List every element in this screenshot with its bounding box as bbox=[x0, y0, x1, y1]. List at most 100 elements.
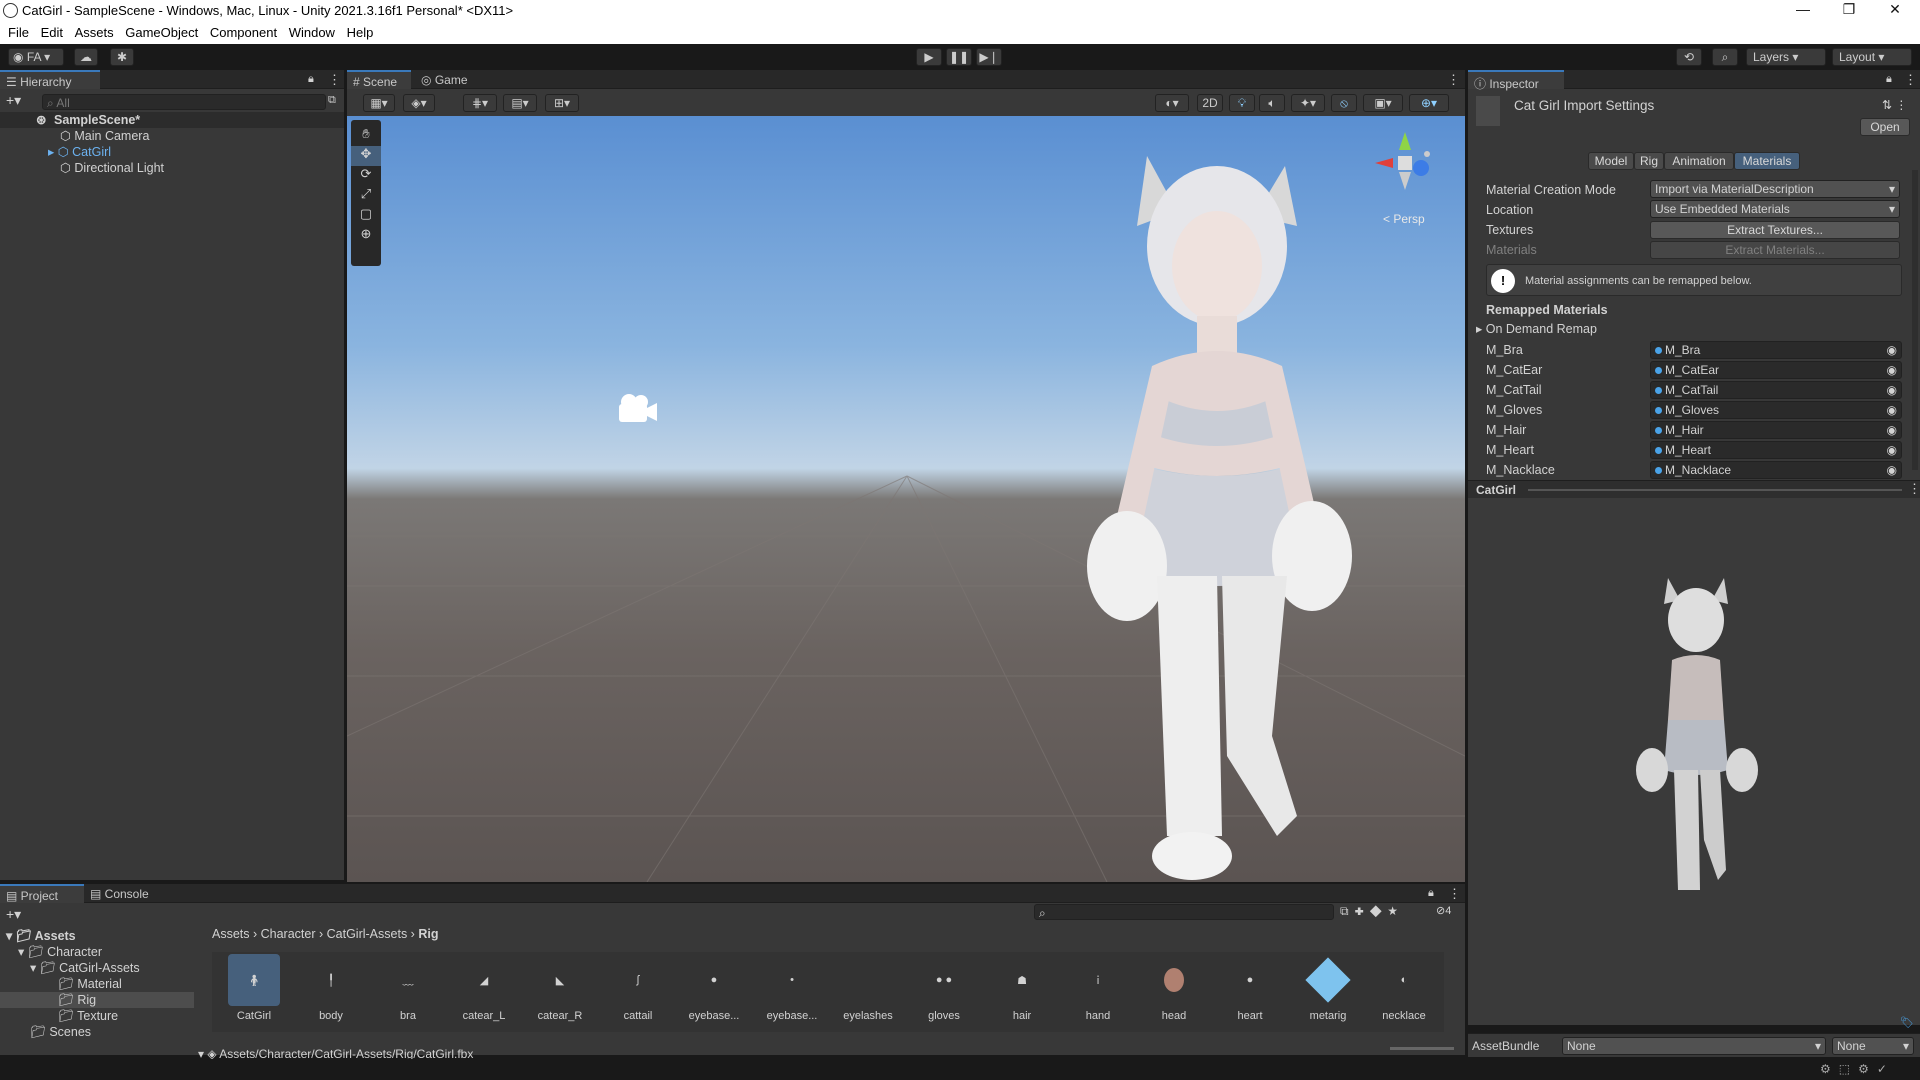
menu-gameobject[interactable]: GameObject bbox=[117, 22, 198, 40]
more-icon[interactable]: ⋮ bbox=[328, 72, 341, 88]
persp-label[interactable]: < Persp bbox=[1383, 212, 1425, 226]
tab-scene[interactable]: # Scene bbox=[347, 70, 411, 89]
asset-cattail[interactable]: ʃ cattail bbox=[602, 954, 674, 1022]
rect-tool-icon[interactable]: ▢ bbox=[351, 206, 381, 226]
collab-icon[interactable]: ✱ bbox=[110, 48, 134, 66]
tree-texture[interactable]: 📁︎ Texture bbox=[58, 1008, 118, 1024]
remap-field[interactable]: M_Gloves ◉ bbox=[1650, 401, 1902, 419]
asset-eyebase-2[interactable]: • eyebase... bbox=[756, 954, 828, 1022]
object-picker-icon[interactable]: ◉ bbox=[1887, 342, 1901, 358]
scale-tool-icon[interactable]: ⤢ bbox=[351, 186, 381, 206]
asset-head[interactable]: head bbox=[1138, 954, 1210, 1022]
asset-necklace[interactable]: ◐ necklace bbox=[1368, 954, 1440, 1022]
location-dropdown[interactable]: Use Embedded Materials ▾ bbox=[1650, 200, 1900, 218]
assetbundle-dropdown[interactable]: None ▾ bbox=[1562, 1037, 1826, 1055]
tab-console[interactable]: ▤ Console bbox=[84, 884, 168, 903]
draw-mode-icon[interactable]: ▦▾ bbox=[363, 94, 395, 112]
tab-game[interactable]: ◎ Game bbox=[415, 70, 479, 89]
object-picker-icon[interactable]: ◉ bbox=[1887, 442, 1901, 458]
model-preview[interactable] bbox=[1628, 570, 1768, 910]
tree-scenes[interactable]: 📁︎ Scenes bbox=[30, 1024, 91, 1040]
menu-file[interactable]: File bbox=[0, 22, 29, 40]
asset-hair[interactable]: ☗ hair bbox=[986, 954, 1058, 1023]
object-picker-icon[interactable]: ◉ bbox=[1887, 462, 1901, 478]
remap-field[interactable]: M_Hair ◉ bbox=[1650, 421, 1902, 439]
on-demand-remap-foldout[interactable]: ▸ On Demand Remap bbox=[1476, 321, 1597, 337]
asset-body[interactable]: ╿ body bbox=[295, 954, 367, 1023]
create-icon[interactable]: +▾ bbox=[6, 906, 21, 923]
inspector-scrollbar[interactable] bbox=[1912, 170, 1918, 470]
more-icon[interactable]: ⋮ bbox=[1447, 72, 1460, 88]
tree-material[interactable]: 📁︎ Material bbox=[58, 976, 122, 992]
tree-rig[interactable]: 📁︎ Rig bbox=[0, 992, 194, 1008]
transform-tool-icon[interactable]: ⊕ bbox=[351, 226, 381, 246]
breadcrumb-item[interactable]: Character bbox=[261, 927, 316, 941]
lock-icon[interactable]: 🔒︎ bbox=[1886, 73, 1892, 86]
grid-snap-icon[interactable]: ⋕▾ bbox=[463, 94, 497, 112]
add-icon[interactable]: +▾ bbox=[6, 92, 21, 109]
extract-textures-button[interactable]: Extract Textures... bbox=[1650, 221, 1900, 239]
scene-viewport[interactable]: ✋︎ ✥ ⟳ ⤢ ▢ ⊕ < Persp bbox=[347, 116, 1465, 882]
search-icon[interactable]: ⌕ bbox=[1712, 48, 1738, 66]
object-picker-icon[interactable]: ◉ bbox=[1887, 362, 1901, 378]
breadcrumb-item[interactable]: Rig bbox=[418, 927, 438, 941]
move-tool-icon[interactable]: ✥ bbox=[351, 146, 381, 166]
camera-settings-icon[interactable]: ▣▾ bbox=[1363, 94, 1403, 112]
menu-help[interactable]: Help bbox=[339, 22, 374, 40]
lock-icon[interactable]: 🔒︎ bbox=[1428, 887, 1434, 900]
hidden-objects-icon[interactable]: ⦸ bbox=[1331, 94, 1357, 112]
asset-metarig[interactable]: metarig bbox=[1292, 954, 1364, 1022]
restore-icon[interactable]: ❐ bbox=[1826, 1, 1872, 21]
subtab-rig[interactable]: Rig bbox=[1634, 152, 1664, 170]
object-picker-icon[interactable]: ◉ bbox=[1887, 402, 1901, 418]
hidden-count[interactable]: ⊘4 bbox=[1436, 904, 1451, 917]
cloud-icon[interactable]: ☁ bbox=[74, 48, 98, 66]
rotate-tool-icon[interactable]: ⟳ bbox=[351, 166, 381, 186]
increment-snap-icon[interactable]: ⊞▾ bbox=[545, 94, 579, 112]
asset-bra[interactable]: ﹏ bra bbox=[372, 954, 444, 1022]
asset-eyebase-1[interactable]: ● eyebase... bbox=[678, 954, 750, 1022]
hand-tool-icon[interactable]: ✋︎ bbox=[351, 126, 381, 146]
menu-assets[interactable]: Assets bbox=[67, 22, 114, 40]
zoom-slider[interactable] bbox=[1390, 1047, 1454, 1050]
object-picker-icon[interactable]: ◉ bbox=[1887, 422, 1901, 438]
remap-field[interactable]: M_Bra ◉ bbox=[1650, 341, 1902, 359]
asset-heart[interactable]: ● heart bbox=[1214, 954, 1286, 1022]
tree-catgirl-assets[interactable]: ▾ 📁︎ CatGirl-Assets bbox=[30, 960, 140, 976]
subtab-materials[interactable]: Materials bbox=[1734, 152, 1800, 170]
lighting-icon[interactable]: 💡︎ bbox=[1229, 94, 1255, 112]
tag-icon[interactable]: 🏷︎ bbox=[1900, 1016, 1914, 1029]
audio-icon[interactable]: 🔈︎ bbox=[1259, 94, 1285, 112]
lock-icon[interactable]: 🔒︎ bbox=[308, 73, 314, 86]
layout-dropdown[interactable]: Layout ▾ bbox=[1832, 48, 1912, 66]
asset-catear-l[interactable]: ◢ catear_L bbox=[448, 954, 520, 1023]
hierarchy-scene-row[interactable]: ⊛ SampleScene* bbox=[0, 112, 344, 128]
history-icon[interactable]: ⟲ bbox=[1676, 48, 1702, 66]
filter-icons[interactable]: ⧉✚◆★ bbox=[1340, 904, 1403, 919]
asset-gloves[interactable]: ● ● gloves bbox=[908, 954, 980, 1022]
effects-icon[interactable]: ✦▾ bbox=[1291, 94, 1325, 112]
orientation-gizmo[interactable] bbox=[1365, 128, 1445, 198]
catgirl-model[interactable] bbox=[1047, 136, 1387, 882]
step-button[interactable]: ▶❘ bbox=[976, 48, 1002, 66]
play-button[interactable]: ▶ bbox=[916, 48, 942, 66]
extract-materials-button[interactable]: Extract Materials... bbox=[1650, 241, 1900, 259]
tree-assets[interactable]: ▾ 📁︎ Assets bbox=[6, 928, 76, 944]
menu-edit[interactable]: Edit bbox=[33, 22, 63, 40]
remap-field[interactable]: M_CatTail ◉ bbox=[1650, 381, 1902, 399]
status-icons[interactable]: ⚙⬚⚙✓ bbox=[1820, 1062, 1895, 1076]
breadcrumb-item[interactable]: CatGirl-Assets bbox=[327, 927, 408, 941]
gizmos-icon[interactable]: ⊕▾ bbox=[1409, 94, 1449, 112]
tab-hierarchy[interactable]: ☰ Hierarchy bbox=[0, 70, 100, 89]
grid-icon[interactable]: ▤▾ bbox=[503, 94, 537, 112]
remap-field[interactable]: M_Nacklace ◉ bbox=[1650, 461, 1902, 479]
asset-hand[interactable]: ⅰ hand bbox=[1062, 954, 1134, 1023]
tab-inspector[interactable]: ⓘ Inspector bbox=[1468, 70, 1564, 91]
account-button[interactable]: ◉ FA ▾ bbox=[8, 48, 64, 66]
subtab-animation[interactable]: Animation bbox=[1664, 152, 1734, 170]
layers-dropdown[interactable]: Layers ▾ bbox=[1746, 48, 1826, 66]
asset-catear-r[interactable]: ◣ catear_R bbox=[524, 954, 596, 1023]
subtab-model[interactable]: Model bbox=[1588, 152, 1634, 170]
shading-icon[interactable]: ◐▾ bbox=[1155, 94, 1189, 112]
drag-handle[interactable] bbox=[1528, 489, 1902, 491]
